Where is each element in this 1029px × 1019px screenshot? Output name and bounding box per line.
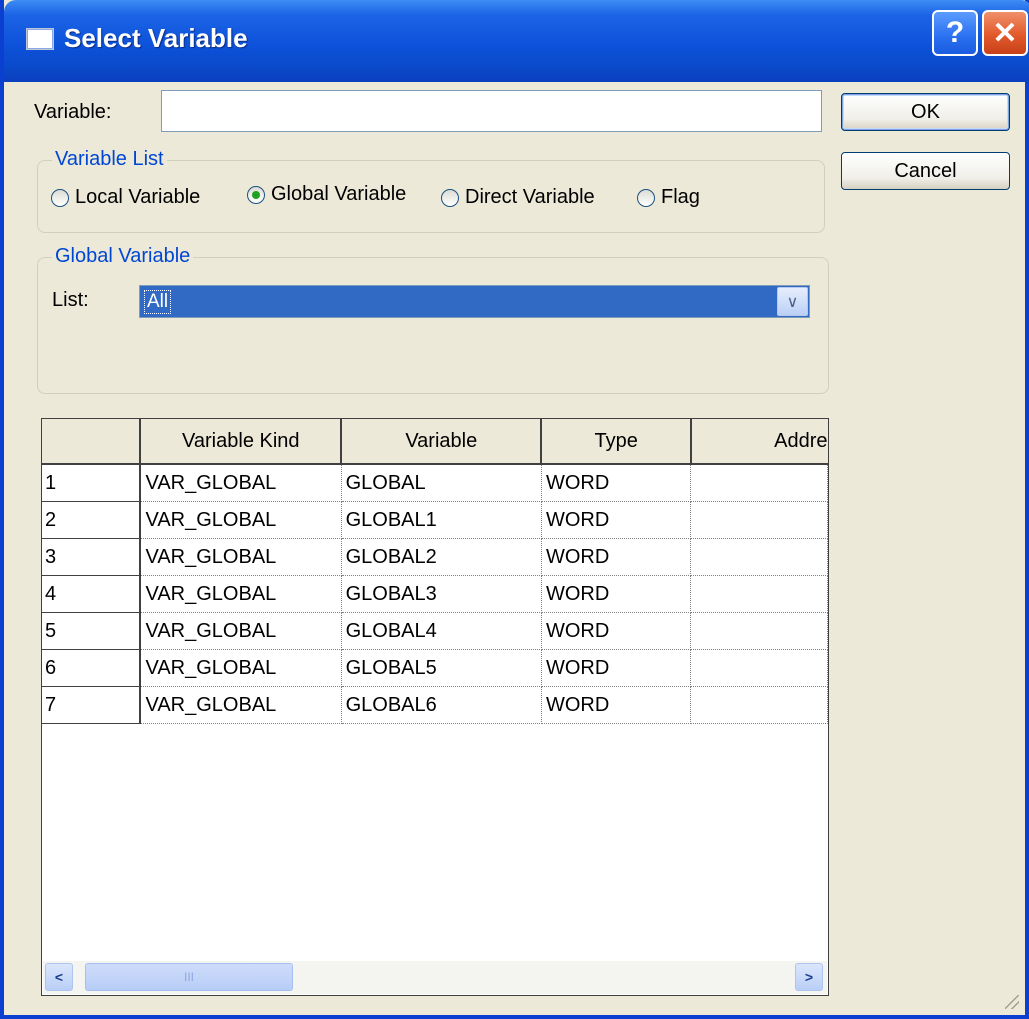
list-label: List: xyxy=(52,289,89,311)
cell-type[interactable]: WORD xyxy=(541,501,692,539)
radio-button[interactable] xyxy=(441,188,459,207)
cell-address[interactable] xyxy=(690,649,828,687)
table-row[interactable]: 6 VAR_GLOBAL GLOBAL5 WORD xyxy=(42,649,828,687)
cell-variable[interactable]: GLOBAL3 xyxy=(341,575,542,613)
radio-direct-variable[interactable]: Direct Variable xyxy=(441,186,595,209)
close-icon: ✕ xyxy=(992,16,1018,50)
radio-label: Direct Variable xyxy=(465,186,595,208)
help-button[interactable]: ? xyxy=(932,10,978,56)
global-variable-group xyxy=(37,257,829,394)
row-number[interactable]: 1 xyxy=(42,464,142,502)
cell-variable[interactable]: GLOBAL5 xyxy=(341,649,542,687)
cell-address[interactable] xyxy=(690,686,828,724)
table-row[interactable]: 5 VAR_GLOBAL GLOBAL4 WORD xyxy=(42,612,828,650)
cell-variable-kind[interactable]: VAR_GLOBAL xyxy=(140,612,342,650)
variable-list-title: Variable List xyxy=(52,148,167,171)
header-type[interactable]: Type xyxy=(541,419,692,465)
row-number[interactable]: 7 xyxy=(42,686,142,724)
header-corner[interactable] xyxy=(42,419,142,465)
table-row[interactable]: 2 VAR_GLOBAL GLOBAL1 WORD xyxy=(42,501,828,539)
cell-address[interactable] xyxy=(690,501,828,539)
cell-type[interactable]: WORD xyxy=(541,464,692,502)
radio-label: Flag xyxy=(661,186,700,208)
scroll-right-button[interactable]: > xyxy=(795,963,823,991)
radio-local-variable[interactable]: Local Variable xyxy=(51,186,200,209)
cell-address[interactable] xyxy=(690,612,828,650)
radio-button[interactable] xyxy=(51,188,69,207)
list-dropdown[interactable]: All ∨ xyxy=(139,285,810,318)
chevron-down-icon: ∨ xyxy=(786,293,799,311)
cell-variable[interactable]: GLOBAL6 xyxy=(341,686,542,724)
chevron-right-icon: > xyxy=(804,969,814,985)
cell-type[interactable]: WORD xyxy=(541,575,692,613)
radio-button[interactable] xyxy=(637,188,655,207)
cell-variable-kind[interactable]: VAR_GLOBAL xyxy=(140,686,342,724)
dialog-title: Select Variable xyxy=(64,23,248,53)
radio-flag[interactable]: Flag xyxy=(637,186,700,209)
header-address[interactable]: Addre xyxy=(690,419,828,465)
cell-variable[interactable]: GLOBAL2 xyxy=(341,538,542,576)
help-icon: ? xyxy=(945,16,965,49)
scroll-left-button[interactable]: < xyxy=(45,963,73,991)
cell-address[interactable] xyxy=(690,538,828,576)
global-variable-title: Global Variable xyxy=(52,245,194,268)
cell-address[interactable] xyxy=(690,464,828,502)
table-row[interactable]: 1 VAR_GLOBAL GLOBAL WORD xyxy=(42,464,828,502)
cell-variable-kind[interactable]: VAR_GLOBAL xyxy=(140,464,342,502)
variable-input[interactable] xyxy=(161,90,822,132)
resize-grip-icon[interactable] xyxy=(1005,995,1019,1009)
dropdown-button[interactable]: ∨ xyxy=(777,287,808,316)
grip-icon: III xyxy=(183,970,194,984)
row-number[interactable]: 5 xyxy=(42,612,142,650)
header-variable[interactable]: Variable xyxy=(341,419,543,465)
row-number[interactable]: 3 xyxy=(42,538,142,576)
radio-button-selected[interactable] xyxy=(247,185,265,204)
cell-type[interactable]: WORD xyxy=(541,649,692,687)
variable-label: Variable: xyxy=(34,101,112,123)
select-variable-dialog: Select Variable ? ✕ Variable: OK Cancel … xyxy=(0,0,1029,1019)
cell-variable-kind[interactable]: VAR_GLOBAL xyxy=(140,575,342,613)
header-variable-kind[interactable]: Variable Kind xyxy=(140,419,343,465)
list-selected-value: All xyxy=(143,290,172,314)
table-header-row: Variable Kind Variable Type Addre xyxy=(42,419,828,465)
table-row[interactable]: 4 VAR_GLOBAL GLOBAL3 WORD xyxy=(42,575,828,613)
radio-dot-icon xyxy=(252,190,260,199)
cancel-button[interactable]: Cancel xyxy=(841,152,1010,190)
table-row[interactable]: 3 VAR_GLOBAL GLOBAL2 WORD xyxy=(42,538,828,576)
close-button[interactable]: ✕ xyxy=(982,10,1028,56)
chevron-left-icon: < xyxy=(54,969,64,985)
cell-type[interactable]: WORD xyxy=(541,612,692,650)
row-number[interactable]: 6 xyxy=(42,649,142,687)
horizontal-scrollbar[interactable]: < III > xyxy=(43,961,827,994)
cell-address[interactable] xyxy=(690,575,828,613)
cell-type[interactable]: WORD xyxy=(541,538,692,576)
title-bar[interactable]: Select Variable ? ✕ xyxy=(4,0,1029,82)
cell-variable-kind[interactable]: VAR_GLOBAL xyxy=(140,538,342,576)
window-icon xyxy=(26,28,54,50)
cell-variable[interactable]: GLOBAL1 xyxy=(341,501,542,539)
cell-type[interactable]: WORD xyxy=(541,686,692,724)
cell-variable[interactable]: GLOBAL4 xyxy=(341,612,542,650)
cell-variable[interactable]: GLOBAL xyxy=(341,464,542,502)
row-number[interactable]: 4 xyxy=(42,575,142,613)
ok-button[interactable]: OK xyxy=(841,93,1010,131)
cell-variable-kind[interactable]: VAR_GLOBAL xyxy=(140,649,342,687)
scroll-thumb[interactable]: III xyxy=(85,963,293,991)
radio-global-variable[interactable]: Global Variable xyxy=(247,183,406,206)
radio-label: Local Variable xyxy=(75,186,201,208)
cell-variable-kind[interactable]: VAR_GLOBAL xyxy=(140,501,342,539)
row-number[interactable]: 2 xyxy=(42,501,142,539)
variable-table[interactable]: Variable Kind Variable Type Addre 1 VAR_… xyxy=(41,418,829,996)
radio-label: Global Variable xyxy=(271,183,407,205)
table-row[interactable]: 7 VAR_GLOBAL GLOBAL6 WORD xyxy=(42,686,828,724)
